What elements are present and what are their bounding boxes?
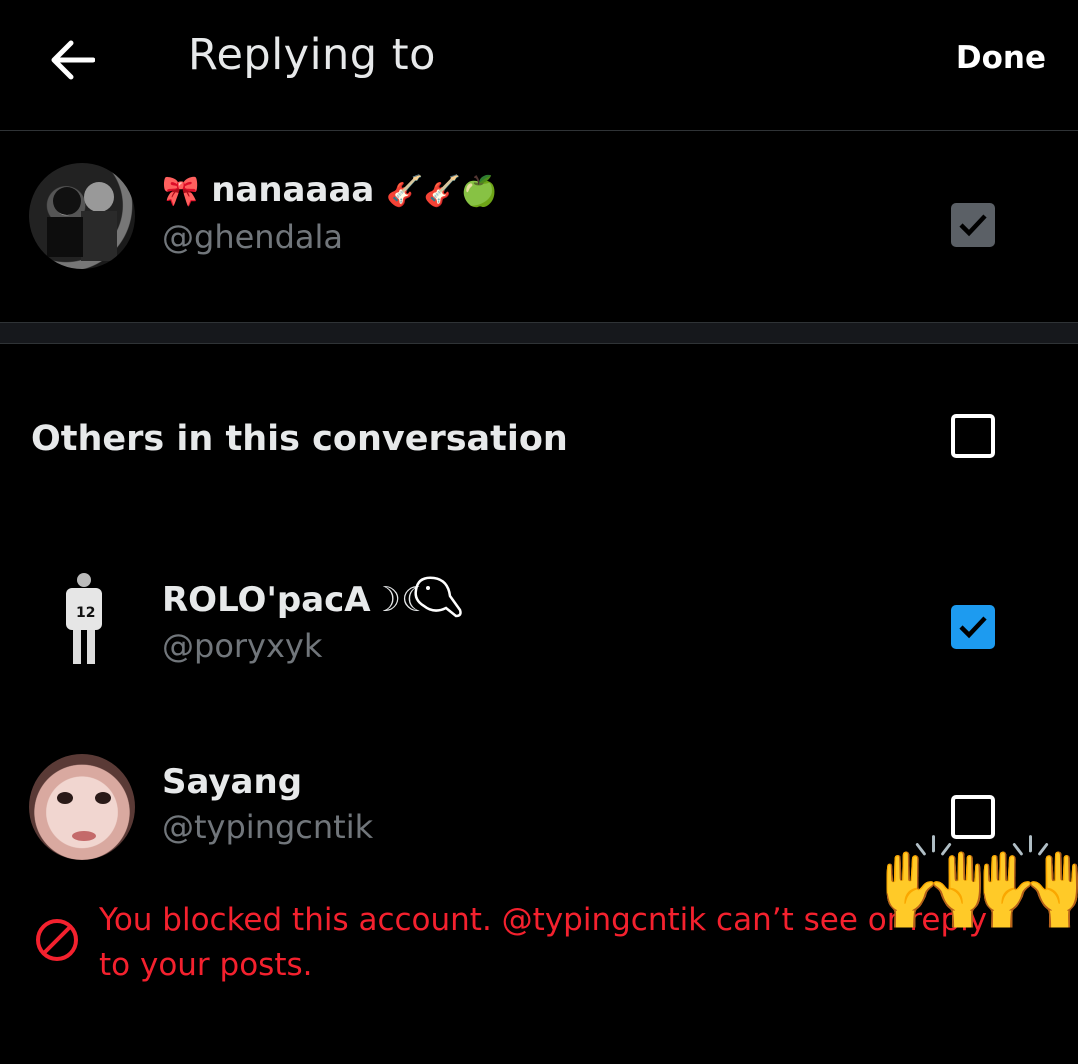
- check-icon: [959, 214, 987, 237]
- ribbon-icon: 🎀: [162, 174, 200, 209]
- done-button[interactable]: Done: [956, 40, 1046, 76]
- avatar[interactable]: [29, 163, 135, 269]
- user-handle: @typingcntik: [162, 808, 374, 846]
- primary-user-name: nanaaaa: [211, 170, 375, 210]
- jersey-12-avatar-icon: 12: [66, 573, 102, 664]
- seal-icon: [414, 576, 462, 618]
- primary-user-handle: @ghendala: [162, 218, 343, 256]
- section-separator: [0, 322, 1078, 344]
- user-handle: @poryxyk: [162, 627, 323, 665]
- user-name: ROLO'pacA☽☾: [162, 580, 432, 620]
- back-button[interactable]: [46, 34, 98, 86]
- primary-user-checkbox[interactable]: [951, 203, 995, 247]
- avatar[interactable]: [29, 754, 135, 860]
- page-title: Replying to: [188, 30, 436, 80]
- arrow-left-icon: [51, 40, 95, 80]
- primary-user-name-line: 🎀 nanaaaa 🎸🎸🍏: [162, 170, 498, 210]
- photo-avatar-icon: [47, 182, 117, 261]
- svg-text:12: 12: [76, 605, 95, 621]
- others-label: Others in this conversation: [31, 419, 568, 459]
- blocked-circle-icon: [36, 919, 78, 961]
- header-divider: [0, 130, 1078, 131]
- others-checkbox[interactable]: [951, 414, 995, 458]
- check-icon: [959, 616, 987, 639]
- user-checkbox[interactable]: [951, 605, 995, 649]
- raising-hands-icon: 🙌🙌: [876, 830, 1078, 937]
- name-emojis: 🎸🎸🍏: [386, 174, 499, 209]
- avatar[interactable]: 12: [29, 570, 135, 676]
- user-name: Sayang: [162, 762, 303, 802]
- face-avatar-icon: [57, 792, 111, 841]
- blocked-notice: You blocked this account. @typingcntik c…: [99, 902, 988, 983]
